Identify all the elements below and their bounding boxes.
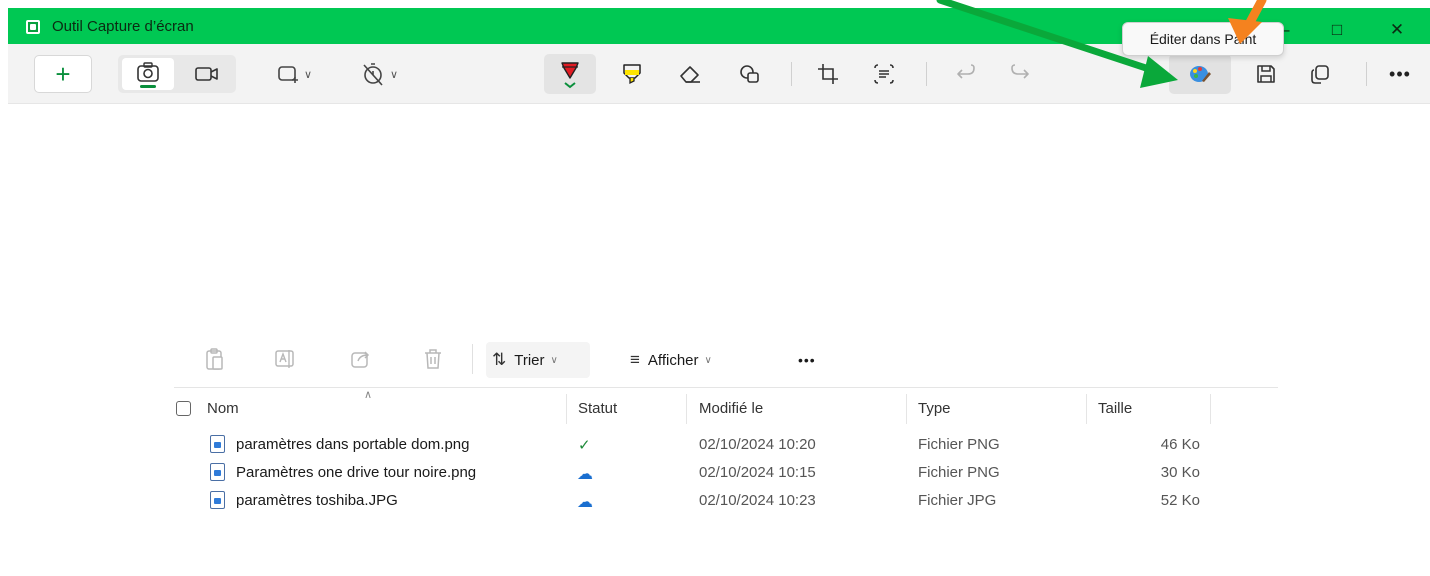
image-file-icon xyxy=(210,463,225,481)
file-modified: 02/10/2024 10:23 xyxy=(699,492,816,509)
crop-icon xyxy=(818,64,838,84)
close-button[interactable]: ✕ xyxy=(1374,16,1420,44)
active-mode-indicator xyxy=(140,85,156,88)
text-actions-button[interactable] xyxy=(864,54,904,94)
sort-label: Trier xyxy=(514,351,545,369)
column-divider xyxy=(1086,394,1087,424)
file-name: paramètres toshiba.JPG xyxy=(236,492,398,509)
chevron-down-icon: ∨ xyxy=(550,354,558,366)
chevron-down-icon: ∨ xyxy=(303,68,313,81)
rename-icon xyxy=(272,346,298,372)
highlighter-button[interactable] xyxy=(612,54,652,94)
view-button[interactable]: ≡ Afficher ∨ xyxy=(624,342,718,378)
new-capture-button[interactable]: + xyxy=(34,55,92,93)
app-title: Outil Capture d’écran xyxy=(52,18,194,35)
sort-button[interactable]: ⇅ Trier ∨ xyxy=(486,342,590,378)
image-file-icon xyxy=(210,435,225,453)
snip-shape-dropdown[interactable]: ∨ xyxy=(264,54,324,94)
column-name[interactable]: Nom xyxy=(207,400,239,417)
more-icon: ••• xyxy=(1389,63,1411,84)
command-bar-divider xyxy=(472,344,473,374)
more-options-button[interactable]: ••• xyxy=(1380,54,1420,94)
video-mode-button[interactable] xyxy=(184,58,230,90)
edit-in-paint-button[interactable] xyxy=(1169,54,1231,94)
chevron-down-icon: ∨ xyxy=(704,354,712,366)
ballpoint-pen-icon xyxy=(561,62,579,89)
maximize-button[interactable]: □ xyxy=(1314,16,1360,44)
ballpoint-pen-button[interactable] xyxy=(544,54,596,94)
file-name: Paramètres one drive tour noire.png xyxy=(236,464,477,481)
maximize-icon: □ xyxy=(1331,20,1343,39)
delete-icon xyxy=(420,346,446,372)
sort-ascending-icon: ∧ xyxy=(364,389,373,401)
captured-explorer-view: ⇅ Trier ∨ ≡ Afficher ∨ ••• ∧ Nom Statut … xyxy=(174,332,1278,576)
edit-in-paint-tooltip: Éditer dans Paint xyxy=(1122,22,1284,56)
close-icon: ✕ xyxy=(1389,20,1405,39)
copy-button[interactable] xyxy=(1300,54,1340,94)
undo-button[interactable] xyxy=(946,54,986,94)
shapes-button[interactable] xyxy=(730,54,770,94)
file-row[interactable]: paramètres dans portable dom.png ✓︎ 02/1… xyxy=(174,432,1278,459)
column-modified[interactable]: Modifié le xyxy=(699,400,763,417)
toolbar-divider xyxy=(791,62,792,86)
toolbar-divider xyxy=(1366,62,1367,86)
cloud-only-icon: ☁︎ xyxy=(577,494,593,511)
copy-icon xyxy=(1311,65,1329,84)
paste-icon xyxy=(202,346,228,372)
image-file-icon xyxy=(210,491,225,509)
no-timer-icon xyxy=(363,63,383,86)
capture-mode-toggle xyxy=(118,55,236,93)
file-row[interactable]: paramètres toshiba.JPG ☁︎ 02/10/2024 10:… xyxy=(174,488,1278,515)
file-type: Fichier PNG xyxy=(918,464,1000,481)
file-type: Fichier JPG xyxy=(918,492,997,509)
file-size: 30 Ko xyxy=(1160,464,1200,481)
eraser-button[interactable] xyxy=(670,54,710,94)
toolbar-divider xyxy=(926,62,927,86)
share-icon xyxy=(348,346,374,372)
view-label: Afficher xyxy=(647,351,699,369)
file-size: 46 Ko xyxy=(1160,436,1200,453)
column-type[interactable]: Type xyxy=(918,400,951,417)
file-name: paramètres dans portable dom.png xyxy=(236,436,470,453)
sort-icon: ⇅ xyxy=(492,350,507,369)
select-all-checkbox[interactable] xyxy=(176,401,191,416)
available-locally-icon: ✓︎ xyxy=(578,437,591,454)
file-type: Fichier PNG xyxy=(918,436,1000,453)
more-label: ••• xyxy=(798,352,816,368)
crop-button[interactable] xyxy=(808,54,848,94)
text-actions-icon xyxy=(874,64,894,84)
undo-icon xyxy=(957,64,975,79)
eraser-icon xyxy=(680,66,700,83)
save-button[interactable] xyxy=(1246,54,1286,94)
file-row[interactable]: Paramètres one drive tour noire.png ☁︎ 0… xyxy=(174,460,1278,487)
view-lines-icon: ≡ xyxy=(630,350,640,369)
chevron-down-icon: ∨ xyxy=(389,68,399,81)
column-size[interactable]: Taille xyxy=(1098,400,1132,417)
rectangle-snip-icon xyxy=(278,66,298,83)
file-modified: 02/10/2024 10:20 xyxy=(699,436,816,453)
column-divider xyxy=(686,394,687,424)
column-header-row: ∧ Nom Statut Modifié le Type Taille xyxy=(174,389,1278,426)
photo-mode-button[interactable] xyxy=(122,58,174,90)
redo-icon xyxy=(1011,64,1029,79)
paint-icon xyxy=(1190,66,1211,82)
screen: Outil Capture d’écran — □ ✕ + xyxy=(0,0,1430,576)
video-icon xyxy=(195,67,218,81)
file-size: 52 Ko xyxy=(1160,492,1200,509)
delay-dropdown[interactable]: ∨ xyxy=(348,54,410,94)
column-divider xyxy=(1210,394,1211,424)
plus-icon: + xyxy=(55,58,71,89)
redo-button[interactable] xyxy=(1000,54,1040,94)
snipping-tool-icon xyxy=(26,20,40,34)
file-modified: 02/10/2024 10:15 xyxy=(699,464,816,481)
highlighter-icon xyxy=(623,64,641,85)
column-status[interactable]: Statut xyxy=(578,400,617,417)
shapes-icon xyxy=(740,65,759,83)
cloud-only-icon: ☁︎ xyxy=(577,466,593,483)
column-divider xyxy=(566,394,567,424)
column-divider xyxy=(906,394,907,424)
save-icon xyxy=(1257,65,1275,83)
explorer-command-bar: ⇅ Trier ∨ ≡ Afficher ∨ ••• xyxy=(174,332,1278,388)
explorer-more-button[interactable]: ••• xyxy=(792,342,822,378)
